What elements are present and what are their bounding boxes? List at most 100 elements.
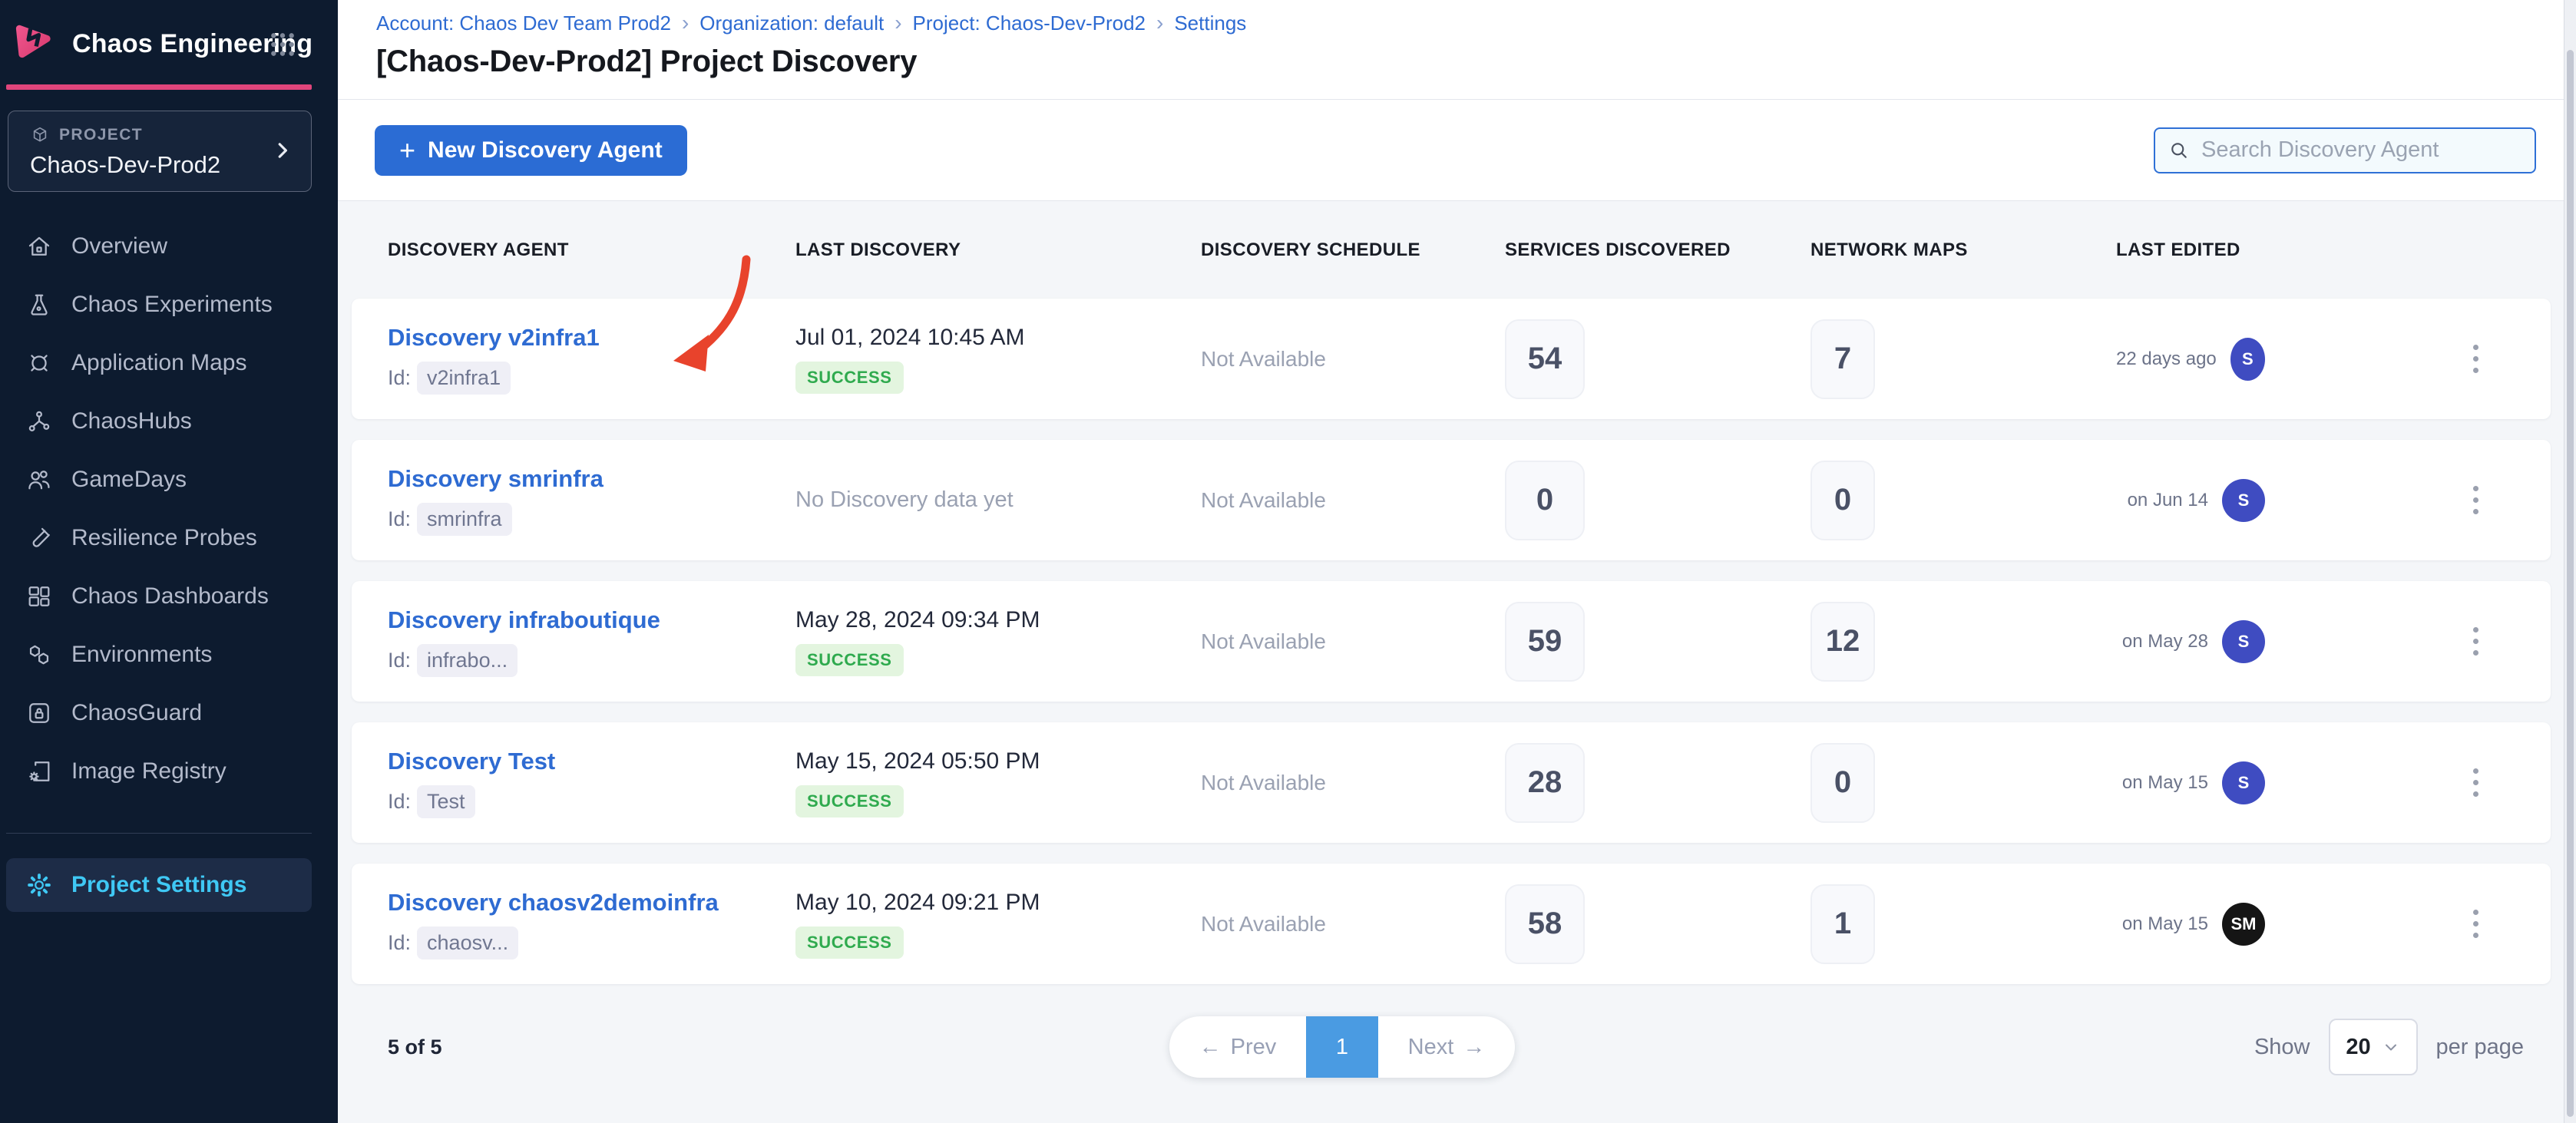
agent-name-link[interactable]: Discovery smrinfra (388, 465, 795, 493)
services-discovered-count: 59 (1505, 602, 1585, 682)
services-discovered-count: 28 (1505, 743, 1585, 823)
row-menu-kebab-icon[interactable] (2469, 340, 2483, 378)
agent-name-link[interactable]: Discovery Test (388, 748, 795, 775)
agent-name-link[interactable]: Discovery infraboutique (388, 606, 795, 634)
hexagons-icon (25, 641, 53, 669)
project-selector[interactable]: PROJECT Chaos-Dev-Prod2 (8, 111, 312, 192)
row-menu-kebab-icon[interactable] (2469, 481, 2483, 519)
prev-page-button[interactable]: ← Prev (1169, 1016, 1306, 1078)
sidebar-item-project-settings[interactable]: Project Settings (6, 858, 312, 912)
last-edited-text: on May 15 (2122, 772, 2208, 794)
scrollbar-track[interactable] (2564, 0, 2576, 1123)
page-header: Account: Chaos Dev Team Prod2 › Organiza… (338, 0, 2576, 100)
sidebar-item-chaos-experiments[interactable]: Chaos Experiments (0, 276, 338, 334)
page-size-control: Show 20 per page (2254, 1019, 2551, 1075)
discovery-schedule: Not Available (1201, 488, 1505, 513)
sidebar-item-chaos-dashboards[interactable]: Chaos Dashboards (0, 567, 338, 626)
search-input[interactable] (2201, 137, 2522, 163)
table-row: Discovery Test Id:Test May 15, 2024 05:5… (352, 722, 2551, 843)
status-badge: SUCCESS (795, 644, 904, 676)
sidebar-item-label: Application Maps (71, 350, 246, 376)
network-maps-count: 0 (1810, 461, 1875, 540)
row-menu-kebab-icon[interactable] (2469, 905, 2483, 943)
sidebar-nav: Overview Chaos Experiments Application M… (0, 217, 338, 801)
agent-id: Id:infrabo... (388, 644, 795, 677)
main-content: Account: Chaos Dev Team Prod2 › Organiza… (338, 0, 2576, 1123)
row-menu-kebab-icon[interactable] (2469, 764, 2483, 801)
breadcrumb-separator: › (894, 11, 901, 35)
agent-id-pill: chaosv... (417, 926, 518, 960)
last-discovery-date: May 15, 2024 05:50 PM (795, 748, 1040, 775)
sidebar-item-environments[interactable]: Environments (0, 626, 338, 684)
column-header-discovery-agent: DISCOVERY AGENT (388, 239, 795, 261)
breadcrumb: Account: Chaos Dev Team Prod2 › Organiza… (376, 11, 2576, 35)
status-badge: SUCCESS (795, 785, 904, 817)
breadcrumb-separator: › (1156, 11, 1163, 35)
sidebar-item-label: Project Settings (71, 872, 246, 898)
sidebar-header: Chaos Engineering (0, 0, 338, 84)
avatar: S (2222, 620, 2265, 663)
sidebar-item-label: Resilience Probes (71, 525, 257, 551)
cube-icon (30, 125, 50, 145)
status-badge: SUCCESS (795, 926, 904, 959)
table-header-row: DISCOVERY AGENT LAST DISCOVERY DISCOVERY… (352, 201, 2551, 299)
agent-id: Id:v2infra1 (388, 362, 795, 395)
sidebar-item-image-registry[interactable]: Image Registry (0, 742, 338, 801)
column-header-last-edited: LAST EDITED (2116, 239, 2265, 261)
sidebar-item-application-maps[interactable]: Application Maps (0, 334, 338, 392)
project-selector-header: PROJECT (30, 125, 143, 145)
brand-divider (6, 84, 312, 90)
scrollbar-thumb[interactable] (2567, 50, 2574, 1117)
breadcrumb-organization[interactable]: Organization: default (699, 12, 884, 35)
flask-icon (25, 291, 53, 319)
registry-icon (25, 758, 53, 785)
page-size-value: 20 (2346, 1035, 2370, 1060)
current-page-button[interactable]: 1 (1306, 1016, 1378, 1078)
show-label: Show (2254, 1035, 2310, 1060)
page-size-select[interactable]: 20 (2329, 1019, 2418, 1075)
sidebar-item-overview[interactable]: Overview (0, 217, 338, 276)
sidebar-item-label: Environments (71, 642, 212, 668)
network-maps-count: 1 (1810, 884, 1875, 964)
lock-icon (25, 699, 53, 727)
avatar: S (2222, 479, 2265, 522)
breadcrumb-separator: › (682, 11, 689, 35)
chaos-engineering-logo-icon (8, 13, 62, 67)
toolbar: + New Discovery Agent (338, 100, 2576, 201)
services-discovered-count: 54 (1505, 319, 1585, 399)
home-icon (25, 233, 53, 260)
row-menu-kebab-icon[interactable] (2469, 623, 2483, 660)
page-title: [Chaos-Dev-Prod2] Project Discovery (376, 45, 2576, 79)
sidebar-item-gamedays[interactable]: GameDays (0, 451, 338, 509)
sidebar-item-label: ChaosGuard (71, 700, 202, 726)
search-box (2154, 127, 2536, 173)
pagination-summary: 5 of 5 (388, 1035, 442, 1059)
node-graph-icon (25, 408, 53, 435)
agent-name-link[interactable]: Discovery chaosv2demoinfra (388, 889, 795, 917)
search-icon (2168, 139, 2191, 162)
avatar: S (2222, 761, 2265, 804)
sidebar-item-label: Chaos Dashboards (71, 583, 269, 609)
discovery-schedule: Not Available (1201, 771, 1505, 795)
breadcrumb-project[interactable]: Project: Chaos-Dev-Prod2 (913, 12, 1146, 35)
breadcrumb-account[interactable]: Account: Chaos Dev Team Prod2 (376, 12, 671, 35)
sidebar-item-label: GameDays (71, 467, 187, 493)
sidebar-item-chaoshubs[interactable]: ChaosHubs (0, 392, 338, 451)
chevron-right-icon (271, 139, 294, 162)
table-row: Discovery v2infra1 Id:v2infra1 Jul 01, 2… (352, 299, 2551, 419)
table-row: Discovery smrinfra Id:smrinfra No Discov… (352, 440, 2551, 560)
last-edited-text: on May 15 (2122, 913, 2208, 935)
sidebar-item-chaosguard[interactable]: ChaosGuard (0, 684, 338, 742)
agent-id-pill: Test (417, 785, 475, 818)
column-header-last-discovery: LAST DISCOVERY (795, 239, 1201, 261)
last-discovery-date: May 10, 2024 09:21 PM (795, 890, 1040, 916)
discovery-agent-table: DISCOVERY AGENT LAST DISCOVERY DISCOVERY… (352, 201, 2551, 1089)
new-discovery-agent-button[interactable]: + New Discovery Agent (375, 125, 687, 176)
last-discovery-date: May 28, 2024 09:34 PM (795, 607, 1040, 633)
next-page-button[interactable]: Next → (1378, 1016, 1515, 1078)
sidebar-item-resilience-probes[interactable]: Resilience Probes (0, 509, 338, 567)
agent-name-link[interactable]: Discovery v2infra1 (388, 324, 795, 352)
services-discovered-count: 0 (1505, 461, 1585, 540)
app-switcher-grid-icon[interactable] (267, 29, 298, 60)
breadcrumb-settings[interactable]: Settings (1174, 12, 1246, 35)
